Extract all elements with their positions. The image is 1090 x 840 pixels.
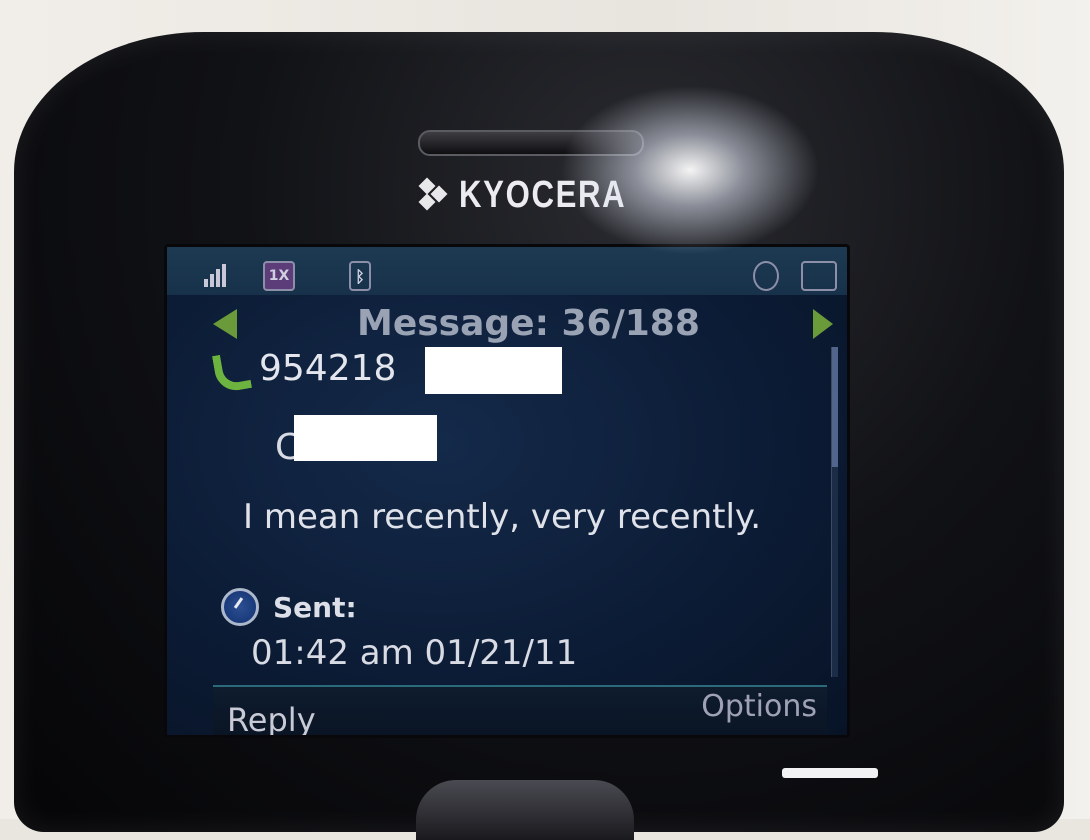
next-message-arrow-icon[interactable] xyxy=(813,309,833,339)
sent-label: Sent: xyxy=(273,590,357,624)
sender-number: 954218 xyxy=(259,347,397,389)
message-header: Message: 36/188 xyxy=(167,297,847,347)
signal-icon xyxy=(201,261,231,287)
sent-clock-icon xyxy=(221,588,259,626)
softkey-bar: Reply Options xyxy=(213,685,827,735)
sent-timestamp: 01:42 am 01/21/11 xyxy=(251,633,578,673)
scrollbar-thumb[interactable] xyxy=(832,347,838,467)
phone-body: KYOCERA 1X ᛒ Message: 36/188 954218 C I … xyxy=(14,32,1064,832)
brand-logo: KYOCERA xyxy=(418,173,663,216)
bluetooth-icon: ᛒ xyxy=(349,261,371,291)
reply-softkey[interactable]: Reply xyxy=(227,701,316,735)
sent-row: Sent: xyxy=(221,587,357,627)
navigation-key[interactable] xyxy=(416,780,634,840)
brand-name: KYOCERA xyxy=(459,173,627,216)
scrollbar[interactable] xyxy=(831,347,838,677)
phone-screen: 1X ᛒ Message: 36/188 954218 C I mean rec… xyxy=(164,244,850,738)
previous-message-arrow-icon[interactable] xyxy=(213,309,237,339)
message-counter-title: Message: 36/188 xyxy=(357,303,700,344)
clock-icon xyxy=(753,261,779,291)
earpiece-speaker xyxy=(418,130,644,156)
kyocera-logo-icon xyxy=(418,177,453,212)
redaction-box-number xyxy=(425,347,562,394)
status-bar: 1X ᛒ xyxy=(167,247,847,295)
1x-network-icon: 1X xyxy=(263,261,295,291)
sender-row[interactable]: 954218 xyxy=(211,343,396,393)
options-softkey[interactable]: Options xyxy=(701,689,817,724)
battery-icon xyxy=(801,261,837,291)
end-key-indicator[interactable] xyxy=(782,768,878,778)
message-body: I mean recently, very recently. xyxy=(243,497,762,537)
phone-call-icon xyxy=(211,349,249,387)
redaction-box-contact xyxy=(294,415,437,461)
